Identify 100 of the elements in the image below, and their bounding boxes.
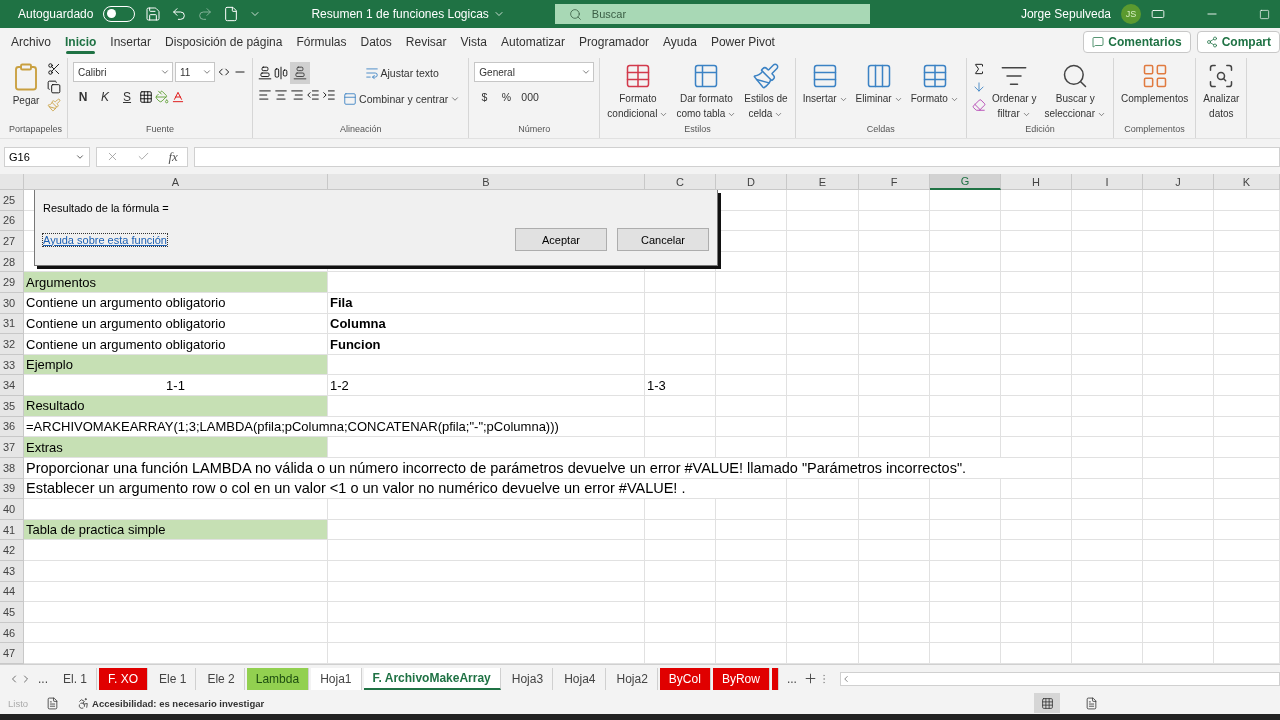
ribbon-button[interactable]: Formato condicional [605, 58, 671, 124]
column-header[interactable]: G [930, 174, 1001, 190]
empty-cell[interactable] [716, 622, 787, 644]
row-header[interactable]: 39 [0, 478, 24, 500]
save-icon[interactable] [145, 6, 162, 22]
ribbon-tab[interactable]: Automatizar [494, 28, 573, 56]
empty-cell[interactable] [930, 416, 1001, 438]
accessibility-status[interactable]: Accesibilidad: es necesario investigar [92, 697, 265, 709]
empty-cell[interactable] [1143, 416, 1214, 438]
dialog-button[interactable]: Aceptar [515, 228, 607, 251]
row-header[interactable]: 44 [0, 581, 24, 603]
empty-cell[interactable] [1072, 457, 1143, 479]
font-size-field[interactable]: 11 [175, 62, 216, 82]
sheet-tab[interactable]: F. XO [99, 667, 149, 690]
empty-cell[interactable] [645, 560, 716, 582]
horizontal-scrollbar[interactable] [839, 671, 1280, 686]
row-header[interactable]: 29 [0, 272, 24, 294]
empty-cell[interactable] [787, 251, 859, 273]
empty-cell[interactable] [1143, 293, 1214, 314]
empty-cell[interactable] [1143, 622, 1214, 644]
empty-cell[interactable] [645, 499, 716, 520]
column-header[interactable]: C [645, 174, 716, 190]
empty-cell[interactable] [645, 334, 716, 355]
row-header[interactable]: 46 [0, 622, 24, 644]
ribbon-tab[interactable]: Insertar [103, 28, 159, 56]
empty-cell[interactable] [716, 499, 787, 520]
empty-cell[interactable] [930, 560, 1001, 582]
currency-button[interactable]: $ [474, 86, 495, 108]
empty-cell[interactable] [1001, 602, 1072, 623]
restore-icon[interactable] [1259, 8, 1270, 20]
empty-cell[interactable] [1214, 416, 1280, 438]
empty-cell[interactable] [787, 540, 859, 561]
empty-cell[interactable] [328, 622, 645, 644]
empty-cell[interactable] [1214, 622, 1280, 644]
empty-cell[interactable] [1214, 540, 1280, 561]
search-field[interactable]: Buscar [554, 4, 870, 24]
empty-cell[interactable] [716, 313, 787, 335]
row-header[interactable]: 32 [0, 334, 24, 355]
empty-cell[interactable] [859, 272, 930, 294]
empty-cell[interactable] [930, 251, 1001, 273]
empty-cell[interactable] [930, 622, 1001, 644]
empty-cell[interactable] [859, 581, 930, 603]
empty-cell[interactable] [859, 334, 930, 355]
column-header[interactable]: B [328, 174, 645, 190]
sheet-tab[interactable]: Hoja1 [311, 667, 362, 690]
empty-cell[interactable] [1214, 375, 1280, 397]
column-header[interactable]: F [859, 174, 930, 190]
empty-cell[interactable] [859, 251, 930, 273]
sheet-tab[interactable]: Lambda [246, 667, 310, 690]
empty-cell[interactable] [1001, 478, 1072, 500]
ribbon-tab[interactable]: Programador [572, 28, 657, 56]
row-header[interactable]: 34 [0, 375, 24, 397]
empty-cell[interactable] [1001, 375, 1072, 397]
empty-cell[interactable] [1143, 478, 1214, 500]
empty-cell[interactable] [1143, 210, 1214, 232]
row-header[interactable]: 25 [0, 190, 24, 211]
ribbon-display-icon[interactable] [1151, 7, 1165, 21]
new-file-icon[interactable] [223, 6, 240, 22]
percent-button[interactable]: % [496, 86, 517, 108]
empty-cell[interactable] [859, 190, 930, 211]
sheet-tab[interactable]: ByCol [659, 667, 711, 690]
empty-cell[interactable] [716, 354, 787, 376]
empty-cell[interactable] [716, 396, 787, 417]
empty-cell[interactable] [930, 581, 1001, 603]
empty-cell[interactable] [1001, 540, 1072, 561]
empty-cell[interactable] [1001, 560, 1072, 582]
more-tabs[interactable]: ... [32, 671, 54, 686]
empty-cell[interactable] [645, 313, 716, 335]
ribbon-tab[interactable]: Vista [453, 28, 494, 56]
empty-cell[interactable] [1001, 272, 1072, 294]
empty-cell[interactable] [1143, 313, 1214, 335]
empty-cell[interactable] [1214, 478, 1280, 500]
row-header[interactable]: 40 [0, 499, 24, 520]
empty-cell[interactable] [716, 437, 787, 458]
empty-cell[interactable] [1143, 457, 1214, 479]
row-header[interactable]: 38 [0, 457, 24, 479]
sheet-tab[interactable]: Hoja3 [502, 667, 554, 690]
empty-cell[interactable] [1001, 313, 1072, 335]
empty-cell[interactable] [787, 375, 859, 397]
insert-function-button[interactable]: fx [168, 148, 178, 165]
empty-cell[interactable] [1214, 334, 1280, 355]
empty-cell[interactable] [859, 540, 930, 561]
empty-cell[interactable] [1143, 581, 1214, 603]
empty-cell[interactable] [328, 540, 645, 561]
empty-cell[interactable] [787, 190, 859, 211]
wrap-text-button[interactable]: Ajustar texto [340, 62, 464, 84]
empty-cell[interactable] [1214, 560, 1280, 582]
empty-cell[interactable] [930, 313, 1001, 335]
undo-icon[interactable] [171, 6, 188, 22]
ribbon-button[interactable]: Estilos de celda [742, 58, 790, 124]
empty-cell[interactable] [1072, 272, 1143, 294]
help-link[interactable]: Ayuda sobre esta función [43, 233, 167, 246]
formula-input[interactable] [194, 146, 1280, 167]
empty-cell[interactable] [787, 272, 859, 294]
empty-cell[interactable] [859, 478, 930, 500]
empty-cell[interactable] [930, 396, 1001, 417]
empty-cell[interactable] [1214, 499, 1280, 520]
empty-cell[interactable] [1143, 190, 1214, 211]
number-format-field[interactable]: General [474, 62, 595, 82]
ribbon-tab[interactable]: Fórmulas [289, 28, 354, 56]
